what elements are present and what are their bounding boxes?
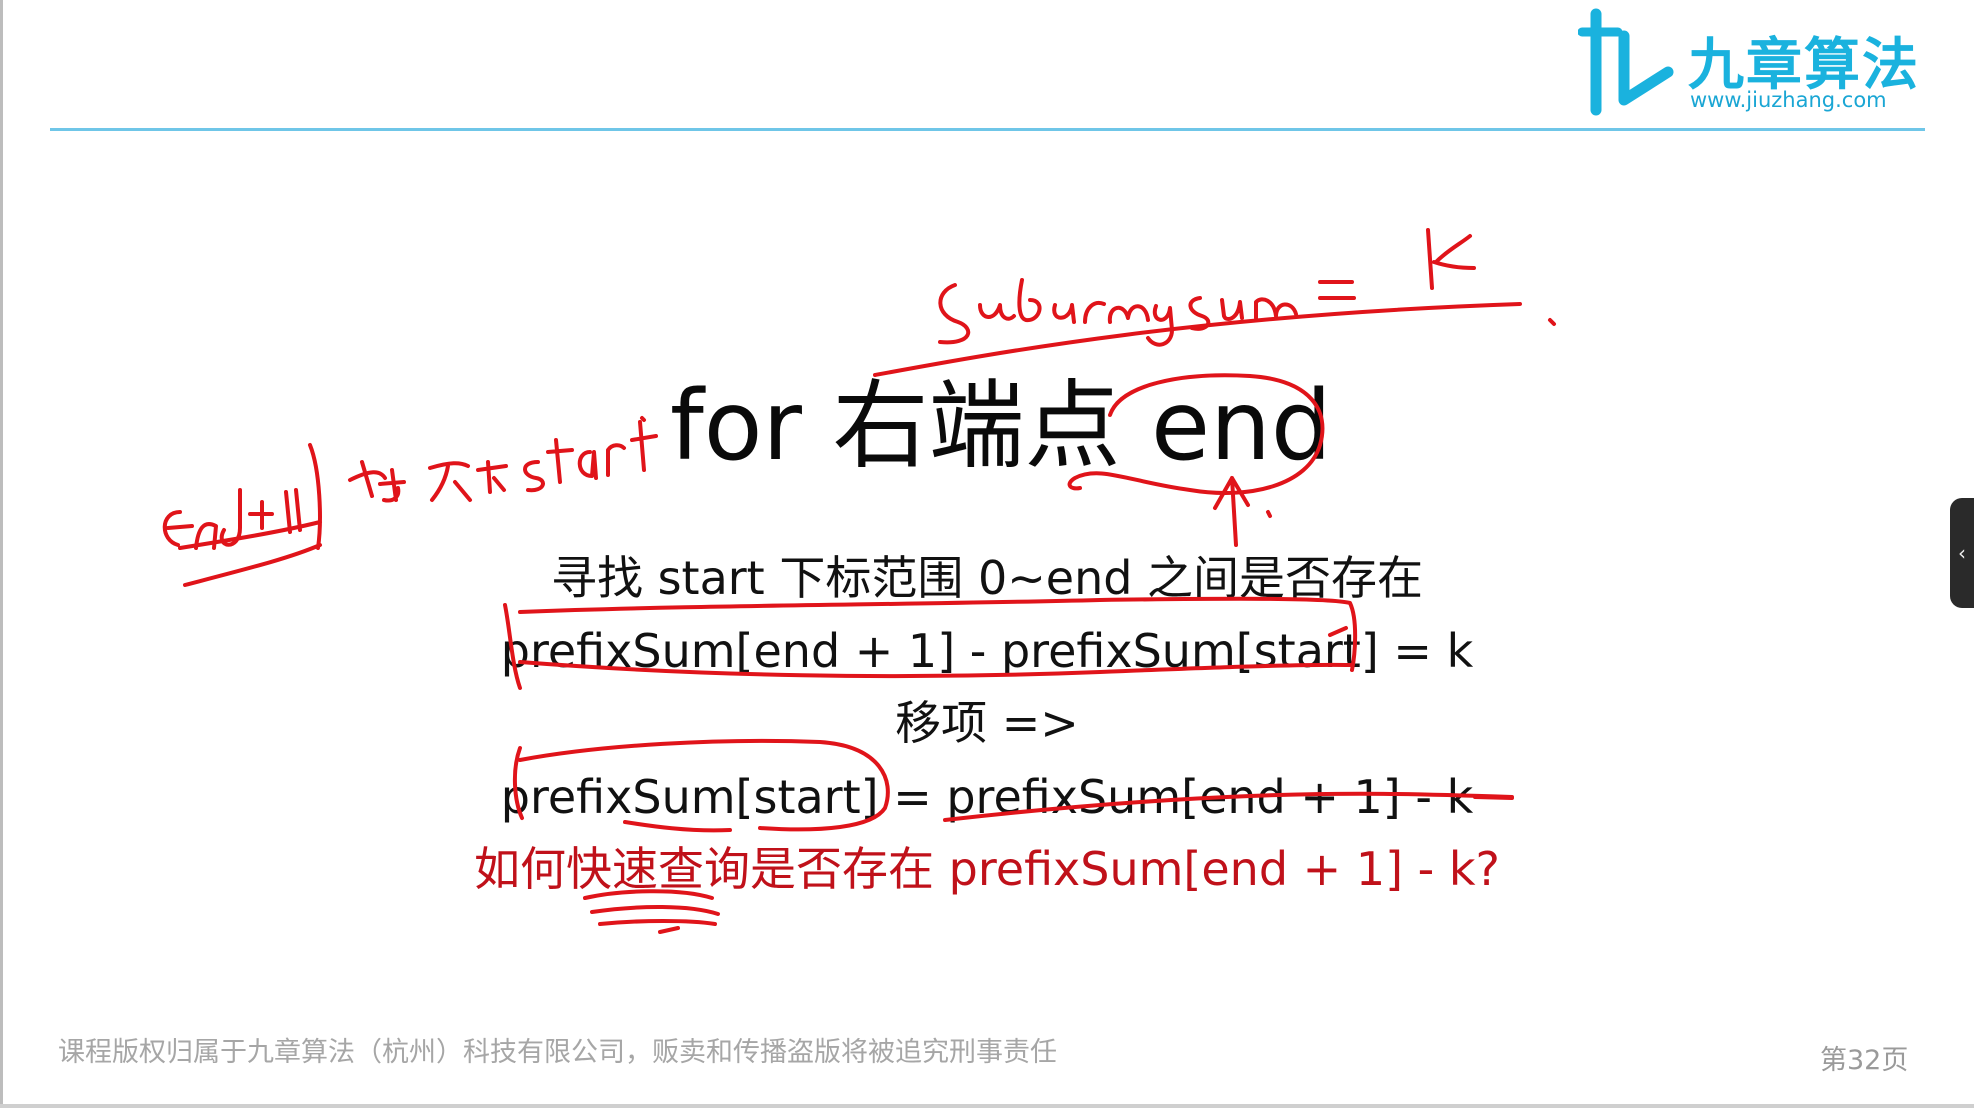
ink-note-left [162, 488, 302, 550]
slide-line-rearranged: prefixSum[start] = prefixSum[end + 1] - … [500, 770, 1474, 824]
ink-note-subarray-sum [938, 278, 1298, 347]
chevron-left-icon: ‹ [1958, 541, 1966, 565]
brand-logo: 九章算法 www.jiuzhang.com [1578, 8, 1928, 120]
ink-underline-question [583, 889, 720, 934]
copyright-notice: 课程版权归属于九章算法（杭州）科技有限公司，贩卖和传播盗版将被追究刑事责任 [58, 1037, 1057, 1068]
jiuzhang-logo-icon [1578, 8, 1674, 116]
slide-line-transpose: 移项 => [895, 696, 1079, 750]
window-frame-left [0, 0, 3, 1108]
page-number: 第32页 [1820, 1045, 1909, 1076]
slide-question: 如何快速查询是否存在 prefixSum[end + 1] - k? [474, 842, 1500, 896]
ink-underline-top [873, 302, 1522, 377]
header-divider [50, 128, 1925, 131]
window-frame-bottom [0, 1104, 1974, 1108]
slide-canvas: 九章算法 www.jiuzhang.com for 右端点 end 寻找 sta… [0, 0, 1974, 1108]
side-panel-toggle[interactable]: ‹ [1950, 498, 1974, 608]
slide-line-equation: prefixSum[end + 1] - prefixSum[start] = … [500, 624, 1474, 678]
slide-title: for 右端点 end [670, 370, 1332, 482]
slide-line-search-range: 寻找 start 下标范围 0~end 之间是否存在 [550, 551, 1424, 605]
brand-url: www.jiuzhang.com [1690, 88, 1887, 112]
ink-arrow-up [1213, 476, 1250, 547]
